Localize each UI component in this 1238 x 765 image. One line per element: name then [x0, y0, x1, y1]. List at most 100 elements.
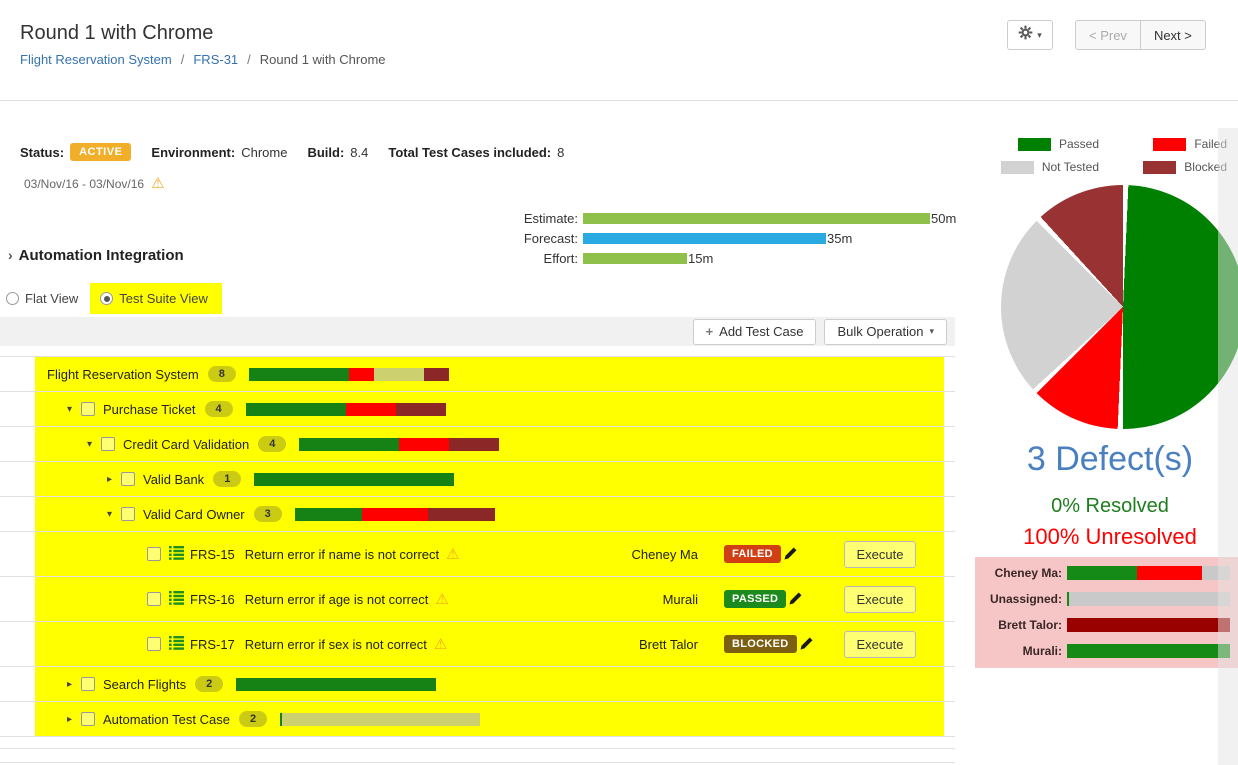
suite-label[interactable]: Flight Reservation System: [47, 367, 199, 382]
suite-view-radio[interactable]: [100, 292, 113, 305]
empty-row: [0, 736, 955, 748]
bulk-operation-label: Bulk Operation: [837, 324, 923, 339]
workload-row: Cheney Ma:: [975, 565, 1230, 580]
test-suite-table: + Add Test Case Bulk Operation ▾ Flight …: [0, 317, 955, 763]
suite-label[interactable]: Credit Card Validation: [123, 437, 249, 452]
suite-progress-bar: [246, 403, 446, 416]
suite-progress-bar: [280, 713, 480, 726]
suite-label[interactable]: Valid Card Owner: [143, 507, 245, 522]
breadcrumb-link-release[interactable]: FRS-31: [193, 52, 238, 67]
row-checkbox[interactable]: [81, 712, 95, 726]
flat-view-radio[interactable]: [6, 292, 19, 305]
testcase-count-badge: 4: [205, 401, 233, 417]
automation-integration-section[interactable]: › Automation Integration: [8, 247, 184, 264]
progress-segment-passed: [246, 403, 346, 416]
time-bar-label: Forecast:: [493, 231, 578, 246]
chevron-right-icon[interactable]: ▸: [67, 679, 81, 690]
row-checkbox[interactable]: [121, 472, 135, 486]
workload-row: Unassigned:: [975, 591, 1230, 606]
suite-progress-bar: [254, 473, 454, 486]
row-checkbox[interactable]: [81, 402, 95, 416]
legend-label: Passed: [1059, 137, 1099, 151]
breadcrumb-separator: /: [181, 52, 185, 67]
status-zone: FAILED: [724, 545, 844, 564]
add-test-case-button[interactable]: + Add Test Case: [693, 319, 817, 345]
workload-tester-label: Brett Talor:: [975, 618, 1067, 632]
workload-tester-label: Murali:: [975, 644, 1067, 658]
chevron-down-icon[interactable]: ▾: [107, 509, 121, 520]
testcase-count-badge: 8: [208, 366, 236, 382]
empty-row: [0, 748, 955, 762]
time-tracking-chart: Estimate:50mForecast:35mEffort:15m: [493, 208, 956, 268]
progress-segment-failed: [349, 368, 374, 381]
progress-segment-failed: [346, 403, 396, 416]
execute-button[interactable]: Execute: [844, 541, 916, 568]
legend-label: Not Tested: [1042, 160, 1099, 174]
row-checkbox[interactable]: [147, 547, 161, 561]
test-case-icon: [169, 545, 184, 563]
breadcrumb-link-project[interactable]: Flight Reservation System: [20, 52, 172, 67]
edit-status-pencil-icon[interactable]: [783, 545, 799, 564]
legend-item: Passed: [985, 137, 1099, 151]
time-bar-row: Estimate:50m: [493, 208, 956, 228]
workload-tester-label: Cheney Ma:: [975, 566, 1067, 580]
progress-segment-passed: [254, 473, 454, 486]
row-checkbox[interactable]: [81, 677, 95, 691]
row-highlight: FRS-17Return error if sex is not correct…: [35, 622, 944, 666]
date-range: 03/Nov/16 - 03/Nov/16: [24, 177, 144, 191]
test-case-summary: Return error if name is not correct: [245, 547, 439, 562]
defect-count: 3 Defect(s): [975, 440, 1238, 479]
suite-label[interactable]: Purchase Ticket: [103, 402, 196, 417]
row-highlight: ▾ Purchase Ticket 4: [35, 392, 944, 426]
testcase-count-badge: 2: [239, 711, 267, 727]
test-case-key[interactable]: FRS-15: [190, 547, 235, 562]
progress-segment-passed: [236, 678, 436, 691]
time-bar-row: Effort:15m: [493, 248, 956, 268]
edit-status-pencil-icon[interactable]: [799, 635, 815, 654]
row-checkbox[interactable]: [121, 507, 135, 521]
add-test-case-label: Add Test Case: [719, 324, 803, 339]
testcase-count-badge: 1: [213, 471, 241, 487]
progress-segment-passed: [299, 438, 399, 451]
settings-button[interactable]: ▾: [1007, 20, 1053, 50]
chevron-right-icon[interactable]: ▸: [107, 474, 121, 485]
suite-label[interactable]: Automation Test Case: [103, 712, 230, 727]
row-checkbox[interactable]: [101, 437, 115, 451]
next-button[interactable]: Next >: [1141, 20, 1206, 50]
bulk-operation-button[interactable]: Bulk Operation ▾: [824, 319, 947, 345]
edit-status-pencil-icon[interactable]: [788, 590, 804, 609]
table-row: ▸ Valid Bank 1: [0, 461, 955, 496]
workload-bar: [1067, 644, 1230, 658]
prev-button[interactable]: < Prev: [1075, 20, 1141, 50]
test-case-key[interactable]: FRS-16: [190, 592, 235, 607]
table-row: FRS-15 Return error if name is not correc…: [0, 531, 955, 576]
warning-icon: ⚠: [434, 637, 447, 652]
workload-row: Murali:: [975, 643, 1230, 658]
suite-label[interactable]: Search Flights: [103, 677, 186, 692]
suite-label[interactable]: Valid Bank: [143, 472, 204, 487]
progress-segment-failed: [362, 508, 429, 521]
row-checkbox[interactable]: [147, 592, 161, 606]
breadcrumb: Flight Reservation System / FRS-31 / Rou…: [20, 52, 386, 67]
execution-status-badge: BLOCKED: [724, 635, 797, 653]
chevron-right-icon[interactable]: ▸: [67, 714, 81, 725]
chevron-right-icon: ›: [8, 247, 13, 263]
row-highlight: FRS-15 Return error if name is not correc…: [35, 532, 944, 576]
row-highlight: ▾Credit Card Validation4: [35, 427, 944, 461]
row-checkbox[interactable]: [147, 637, 161, 651]
execute-button[interactable]: Execute: [844, 586, 916, 613]
view-toggle: Flat View Test Suite View: [6, 283, 222, 314]
progress-segment-passed: [249, 368, 349, 381]
execute-button[interactable]: Execute: [844, 631, 916, 658]
chevron-down-icon[interactable]: ▾: [67, 404, 81, 415]
testcase-count-badge: 2: [195, 676, 223, 692]
chevron-down-icon[interactable]: ▾: [87, 439, 101, 450]
table-row: Flight Reservation System 8: [0, 356, 955, 391]
warning-icon: ⚠: [446, 547, 459, 562]
test-case-key[interactable]: FRS-17: [190, 637, 235, 652]
row-highlight: ▾Valid Card Owner3: [35, 497, 944, 531]
blocked-swatch: [1143, 161, 1176, 174]
gear-icon: [1018, 25, 1033, 45]
warning-icon: ⚠: [151, 176, 164, 191]
breadcrumb-separator: /: [247, 52, 251, 67]
